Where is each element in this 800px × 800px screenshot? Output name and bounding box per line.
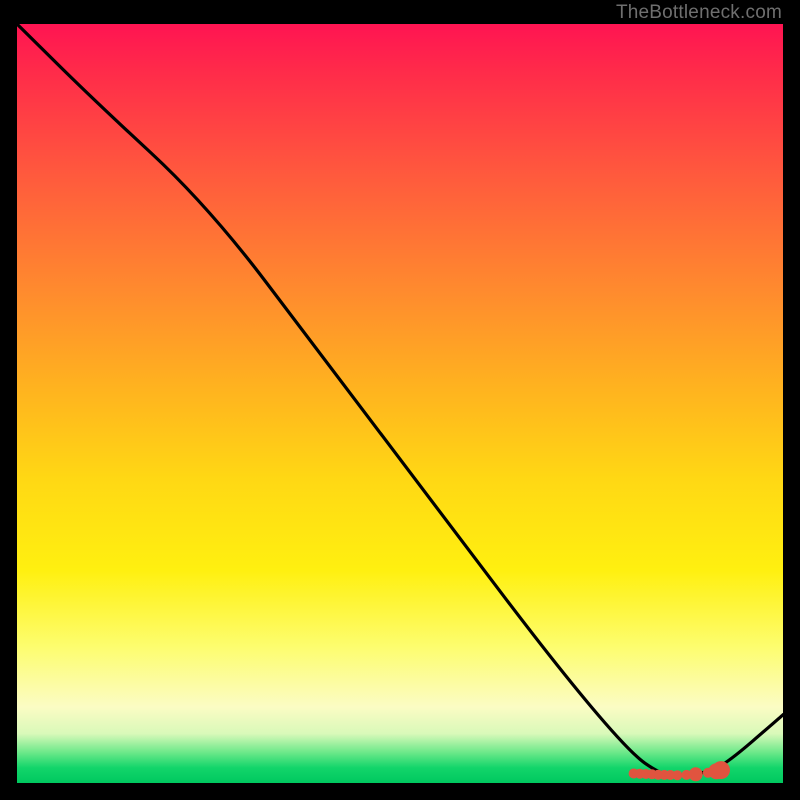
chart-marker <box>712 761 730 779</box>
chart-svg <box>17 24 783 783</box>
chart-marker <box>672 770 682 780</box>
chart-frame <box>17 24 783 783</box>
chart-line-curve <box>17 24 783 775</box>
watermark-text: TheBottleneck.com <box>616 2 782 24</box>
chart-marker <box>689 767 703 781</box>
